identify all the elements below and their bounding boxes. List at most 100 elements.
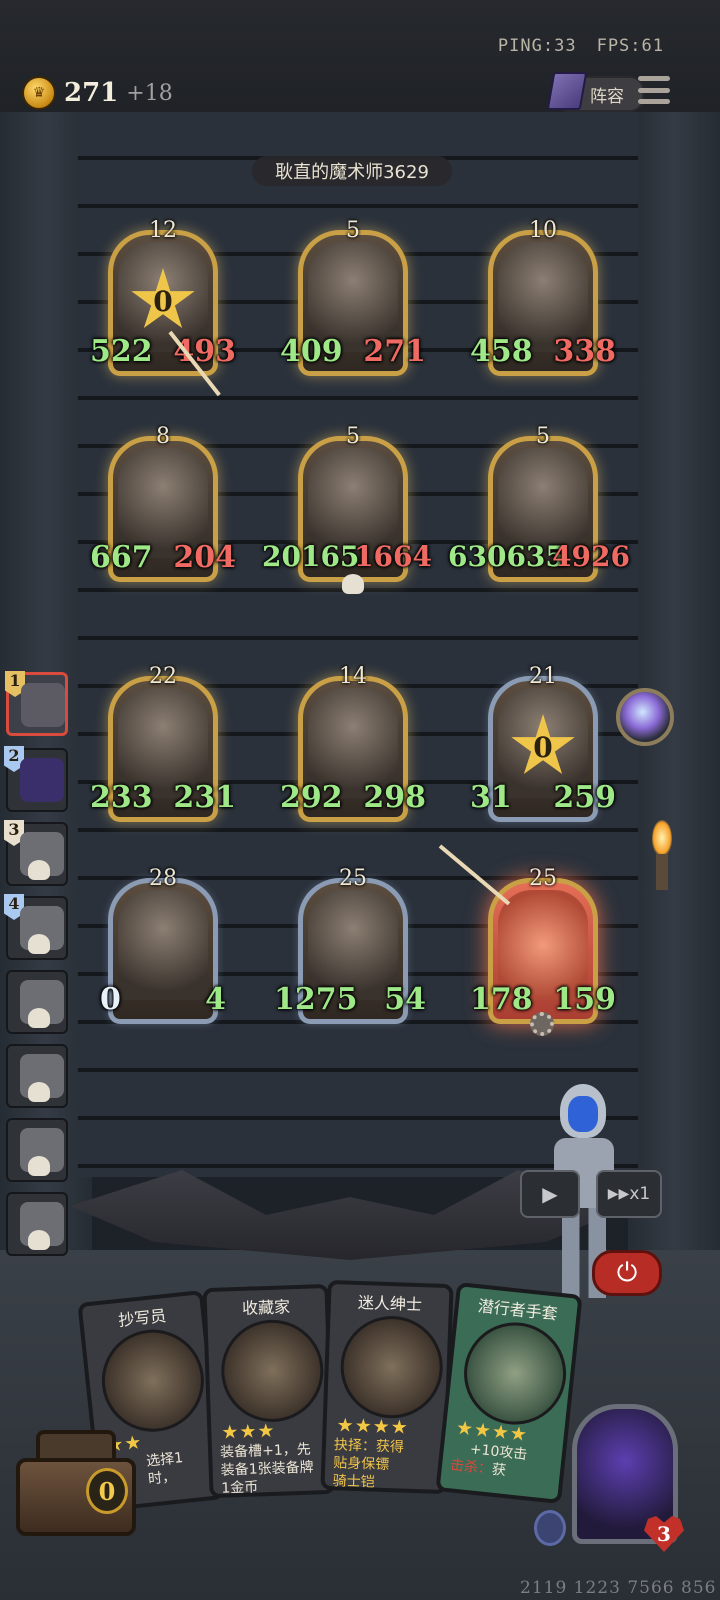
unit-level: 5	[346, 424, 360, 449]
card-title: 潜行者手套	[476, 1296, 559, 1324]
gear-icon	[530, 1012, 554, 1036]
unit-level: 5	[536, 424, 550, 449]
enemy-unit-card[interactable]: 0 21 31 259	[470, 664, 616, 824]
skull-icon	[28, 934, 50, 954]
skull-icon	[28, 860, 50, 880]
roster-slot[interactable]	[6, 1044, 68, 1108]
unit-attack: 178	[470, 982, 533, 1017]
unit-health: 298	[363, 780, 426, 815]
skull-icon	[28, 1008, 50, 1028]
top-bar: PING:33 FPS:61 ♛ 271 +18 阵容	[0, 0, 720, 115]
lineup-button[interactable]: 阵容	[546, 72, 644, 112]
gold-coin-icon: ♛	[22, 76, 56, 110]
card-description: +10攻击 击杀：获	[449, 1441, 528, 1480]
play-icon: ▶	[542, 1182, 558, 1206]
enemy-unit-card[interactable]: 25 1275 54	[274, 866, 426, 1026]
card-title: 抄写员	[117, 1306, 168, 1330]
unit-health: 1664	[354, 540, 432, 573]
unit-level: 25	[339, 866, 367, 891]
enemy-unit-card[interactable]: 5 20165 1664	[262, 424, 432, 594]
shop-card[interactable]: 迷人绅士 ★★★★ 抉择：获得 贴身保镖 骑士铠	[320, 1279, 454, 1495]
unit-health: 54	[384, 982, 426, 1017]
enemy-unit-card[interactable]: 0 12 522 493	[90, 218, 236, 378]
card-description: 抉择：获得 贴身保镖 骑士铠	[332, 1437, 405, 1491]
unit-level: 28	[149, 866, 177, 891]
roster-slot[interactable]	[6, 970, 68, 1034]
skull-icon	[28, 1082, 50, 1102]
unit-level: 14	[339, 664, 367, 689]
unit-level: 22	[149, 664, 177, 689]
chest-counter: 0	[86, 1468, 128, 1514]
hamburger-menu-icon[interactable]	[638, 76, 670, 104]
card-title: 迷人绅士	[357, 1292, 423, 1315]
unit-health: 4926	[552, 540, 630, 573]
unit-attack: 0	[100, 982, 121, 1017]
unit-attack: 20165	[262, 540, 360, 573]
enemy-unit-card[interactable]: 22 233 231	[90, 664, 236, 824]
player-id: 2119 1223 7566 856	[520, 1578, 717, 1598]
card-stars: ★★★	[221, 1419, 276, 1444]
lives-count: 3	[657, 1522, 671, 1546]
speed-label: x1	[629, 1184, 651, 1204]
crystal-orb-button[interactable]	[616, 688, 674, 746]
unit-attack: 630635	[448, 540, 565, 573]
power-button[interactable]: ⏻	[592, 1250, 662, 1296]
unit-health: 204	[173, 540, 236, 575]
unit-attack: 31	[470, 780, 512, 815]
gold-display: ♛ 271 +18	[22, 76, 173, 110]
roster-slot[interactable]: 3	[4, 820, 68, 886]
shop-card[interactable]: 潜行者手套 ★★★★ +10攻击 击杀：获	[435, 1281, 583, 1505]
card-art	[338, 1314, 445, 1420]
unit-health: 338	[553, 334, 616, 369]
roster-slot[interactable]: 1	[5, 671, 68, 736]
unit-attack: 522	[90, 334, 153, 369]
unit-level: 12	[149, 218, 177, 243]
card-art	[96, 1324, 209, 1437]
unit-attack: 292	[280, 780, 343, 815]
enemy-unit-card[interactable]: 25 178 159	[470, 866, 616, 1036]
card-art	[459, 1317, 572, 1430]
unit-attack: 233	[90, 780, 153, 815]
unit-attack: 667	[90, 540, 153, 575]
unit-level: 25	[529, 866, 557, 891]
enemy-unit-card[interactable]: 14 292 298	[280, 664, 426, 824]
skull-icon	[342, 574, 364, 594]
treasure-chest-button[interactable]: 0	[8, 1424, 140, 1536]
roster-slot[interactable]	[6, 1192, 68, 1256]
fast-forward-icon: ▶▶	[607, 1186, 630, 1202]
opponent-name-tag: 耿直的魔术师3629	[252, 156, 452, 186]
shop-card[interactable]: 收藏家 ★★★ 装备槽+1，先 装备1张装备牌 1金币	[202, 1283, 336, 1499]
roster-slot[interactable]: 2	[4, 746, 68, 812]
unit-attack: 1275	[274, 982, 358, 1017]
fps-text: FPS:61	[596, 36, 664, 56]
speed-button[interactable]: ▶▶ x1	[596, 1170, 662, 1218]
skull-icon	[28, 1156, 50, 1176]
roster-slot[interactable]: 4	[4, 894, 68, 960]
card-stars: ★★★★	[336, 1414, 410, 1439]
roster-slot[interactable]	[6, 1118, 68, 1182]
unit-health: 4	[205, 982, 226, 1017]
enemy-unit-card[interactable]: 5 409 271	[280, 218, 426, 378]
unit-level: 8	[156, 424, 170, 449]
unit-portrait	[118, 890, 208, 1000]
lineup-label: 阵容	[590, 86, 624, 107]
enemy-unit-card[interactable]: 8 667 204	[90, 424, 236, 584]
player-avatar	[20, 758, 64, 802]
gold-income: +18	[126, 80, 173, 106]
unit-level: 5	[346, 218, 360, 243]
unit-health: 271	[363, 334, 426, 369]
play-button[interactable]: ▶	[520, 1170, 580, 1218]
network-stats: PING:33 FPS:61	[498, 36, 664, 56]
enemy-unit-card[interactable]: 5 630635 4926	[448, 424, 630, 584]
shield-icon[interactable]	[534, 1510, 566, 1546]
enemy-unit-card[interactable]: 10 458 338	[470, 218, 616, 378]
unit-health: 231	[173, 780, 236, 815]
gold-amount: 271	[64, 78, 119, 108]
book-icon	[546, 72, 588, 110]
card-art	[219, 1318, 326, 1424]
enemy-unit-card[interactable]: 28 0 4	[100, 866, 226, 1026]
unit-level: 10	[529, 218, 557, 243]
unit-health: 259	[553, 780, 616, 815]
skull-icon	[28, 1230, 50, 1250]
card-description: 装备槽+1，先 装备1张装备牌 1金币	[219, 1441, 314, 1496]
